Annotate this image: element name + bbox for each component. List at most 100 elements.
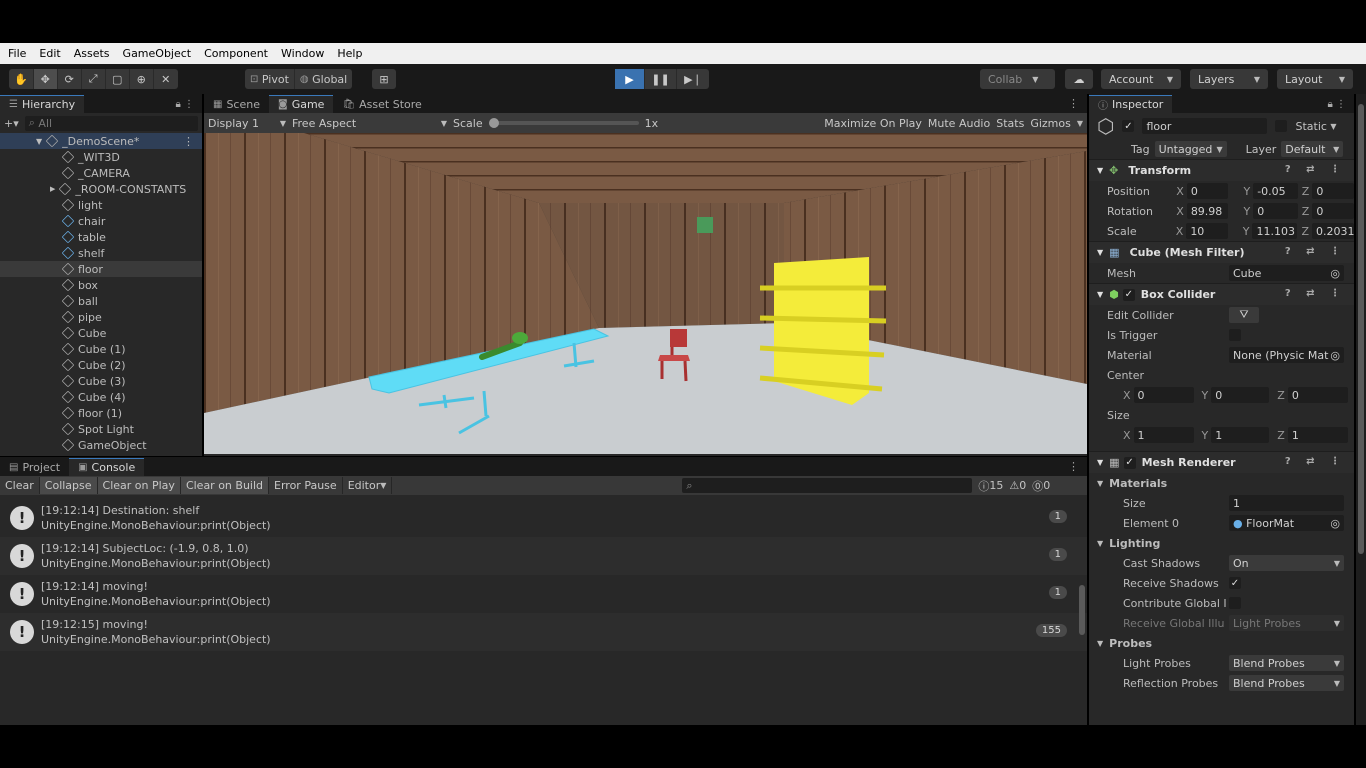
hierarchy-item[interactable]: _WIT3D <box>0 149 202 165</box>
pause-button[interactable]: ❚❚ <box>645 69 677 89</box>
add-icon[interactable]: +▾ <box>4 117 19 130</box>
more-icon[interactable]: ⋮ <box>1068 460 1079 473</box>
cloud-button[interactable]: ☁ <box>1065 69 1093 89</box>
materials-foldout[interactable]: ▼ Materials <box>1089 473 1354 493</box>
lock-icon[interactable]: 🔒︎ ⋮ <box>176 99 195 110</box>
center-x-field[interactable]: 0 <box>1133 387 1194 403</box>
scale-slider[interactable] <box>488 118 639 128</box>
hierarchy-item[interactable]: ball <box>0 293 202 309</box>
physic-material-field[interactable]: None (Physic Mat ◎ <box>1229 347 1344 363</box>
tab-console[interactable]: ▣ Console <box>69 458 145 476</box>
hierarchy-item[interactable]: Cube (4) <box>0 389 202 405</box>
gizmos-toggle[interactable]: Gizmos <box>1030 117 1071 130</box>
hand-tool-icon[interactable]: ✋ <box>9 69 34 89</box>
layer-dropdown[interactable]: Default ▼ <box>1281 141 1344 157</box>
mesh-renderer-enabled-checkbox[interactable]: ✓ <box>1123 456 1136 469</box>
clear-button[interactable]: Clear <box>0 477 40 494</box>
rotation-x-field[interactable]: 89.98 <box>1186 203 1229 219</box>
object-picker-icon[interactable]: ◎ <box>1330 517 1340 530</box>
custom-tool-icon[interactable]: ✕ <box>154 69 178 89</box>
light-probes-dropdown[interactable]: Blend Probes ▼ <box>1229 655 1344 671</box>
box-collider-header[interactable]: ▼ ⬢ ✓ Box Collider ? ⇄ ⋮ <box>1089 283 1354 305</box>
mesh-field[interactable]: Cube ◎ <box>1229 265 1344 281</box>
console-log-row[interactable]: ! [19:12:14] Destination: shelf UnityEngin… <box>0 499 1087 537</box>
hierarchy-item[interactable]: chair <box>0 213 202 229</box>
probes-foldout[interactable]: ▼ Probes <box>1089 633 1354 653</box>
position-z-field[interactable]: 0 <box>1312 183 1354 199</box>
console-log-row[interactable]: ! [19:12:14] SubjectLoc: (-1.9, 0.8, 1.0)… <box>0 537 1087 575</box>
menu-help[interactable]: Help <box>337 47 362 60</box>
lighting-foldout[interactable]: ▼ Lighting <box>1089 533 1354 553</box>
position-x-field[interactable]: 0 <box>1186 183 1229 199</box>
mute-audio-toggle[interactable]: Mute Audio <box>928 117 990 130</box>
account-dropdown[interactable]: Account ▼ <box>1101 69 1181 89</box>
rotation-z-field[interactable]: 0 <box>1312 203 1354 219</box>
hierarchy-search-input[interactable]: ⌕ All <box>24 115 198 131</box>
clear-on-play-toggle[interactable]: Clear on Play <box>97 477 181 494</box>
hierarchy-item[interactable]: ▶ _ROOM-CONSTANTS <box>0 181 202 197</box>
aspect-dropdown[interactable]: Free Aspect ▼ <box>292 117 447 130</box>
more-icon[interactable]: ⋮ <box>1068 97 1079 110</box>
tab-project[interactable]: ▤ Project <box>0 458 69 476</box>
transform-header[interactable]: ▼ ✥ Transform ? ⇄ ⋮ <box>1089 159 1354 181</box>
layout-dropdown[interactable]: Layout ▼ <box>1277 69 1353 89</box>
box-collider-enabled-checkbox[interactable]: ✓ <box>1122 288 1135 301</box>
cast-shadows-dropdown[interactable]: On ▼ <box>1229 555 1344 571</box>
console-log-row[interactable]: ! [19:12:15] moving! UnityEngine.MonoBehav… <box>0 613 1087 651</box>
hierarchy-item[interactable]: Cube (2) <box>0 357 202 373</box>
console-scrollbar-thumb[interactable] <box>1079 585 1085 635</box>
chevron-right-icon[interactable]: ▶ <box>50 185 55 193</box>
mesh-renderer-header[interactable]: ▼ ▦ ✓ Mesh Renderer ? ⇄ ⋮ <box>1089 451 1354 473</box>
scale-x-field[interactable]: 10 <box>1186 223 1228 239</box>
error-count-toggle[interactable]: ⓪0 <box>1032 478 1050 494</box>
editor-dropdown[interactable]: Editor ▼ <box>342 477 393 494</box>
edit-collider-button[interactable]: ⛛ <box>1229 307 1259 323</box>
scene-root[interactable]: ▼ _DemoScene* ⋮ <box>0 133 202 149</box>
clear-on-build-toggle[interactable]: Clear on Build <box>180 477 270 494</box>
game-render[interactable] <box>204 133 1087 454</box>
hierarchy-item[interactable]: pipe <box>0 309 202 325</box>
object-picker-icon[interactable]: ◎ <box>1330 349 1340 362</box>
element-0-field[interactable]: ● FloorMat ◎ <box>1229 515 1344 531</box>
scale-z-field[interactable]: 0.2031 <box>1312 223 1354 239</box>
size-x-field[interactable]: 1 <box>1133 427 1194 443</box>
info-count-toggle[interactable]: ⓘ 15 <box>978 478 1003 494</box>
menu-edit[interactable]: Edit <box>39 47 60 60</box>
error-pause-toggle[interactable]: Error Pause <box>269 477 343 494</box>
menu-gameobject[interactable]: GameObject <box>123 47 192 60</box>
static-checkbox[interactable] <box>1275 120 1288 132</box>
active-checkbox[interactable]: ✓ <box>1122 120 1135 132</box>
hierarchy-item[interactable]: light <box>0 197 202 213</box>
global-button[interactable]: ◍ Global <box>295 69 352 89</box>
hierarchy-item[interactable]: GameObject <box>0 437 202 453</box>
tab-game[interactable]: ◙ Game <box>269 95 334 113</box>
inspector-scrollbar[interactable] <box>1356 94 1366 725</box>
stats-toggle[interactable]: Stats <box>996 117 1024 130</box>
scale-slider-handle[interactable] <box>488 118 499 128</box>
center-z-field[interactable]: 0 <box>1287 387 1348 403</box>
hierarchy-item[interactable]: Spot Light <box>0 421 202 437</box>
maximize-on-play-toggle[interactable]: Maximize On Play <box>824 117 922 130</box>
inspector-scrollbar-thumb[interactable] <box>1358 104 1364 554</box>
more-icon[interactable]: ⋮ <box>183 135 194 148</box>
collapse-toggle[interactable]: Collapse <box>39 477 98 494</box>
layers-dropdown[interactable]: Layers ▼ <box>1190 69 1268 89</box>
move-tool-icon[interactable]: ✥ <box>33 69 58 89</box>
object-name-field[interactable]: floor <box>1142 118 1268 134</box>
warning-count-toggle[interactable]: ⚠ 0 <box>1009 479 1026 492</box>
hierarchy-item[interactable]: _CAMERA <box>0 165 202 181</box>
scale-y-field[interactable]: 11.103 <box>1252 223 1298 239</box>
menu-assets[interactable]: Assets <box>74 47 110 60</box>
tab-inspector[interactable]: ⓘ Inspector <box>1089 95 1173 113</box>
receive-shadows-checkbox[interactable]: ✓ <box>1229 577 1241 589</box>
hierarchy-item[interactable]: floor (1) <box>0 405 202 421</box>
object-picker-icon[interactable]: ◎ <box>1330 267 1340 280</box>
reflection-probes-dropdown[interactable]: Blend Probes ▼ <box>1229 675 1344 691</box>
tab-hierarchy[interactable]: ☰ Hierarchy <box>0 95 85 113</box>
lock-icon[interactable]: 🔒︎ ⋮ <box>1328 99 1347 110</box>
transform-tool-icon[interactable]: ⊕ <box>130 69 154 89</box>
pivot-button[interactable]: ⊡ Pivot <box>245 69 295 89</box>
tab-asset-store[interactable]: 🛍︎ Asset Store <box>333 95 430 113</box>
component-menu-icon[interactable]: ? ⇄ ⋮ <box>1285 246 1346 257</box>
chevron-down-icon[interactable]: ▼ <box>1077 119 1083 128</box>
